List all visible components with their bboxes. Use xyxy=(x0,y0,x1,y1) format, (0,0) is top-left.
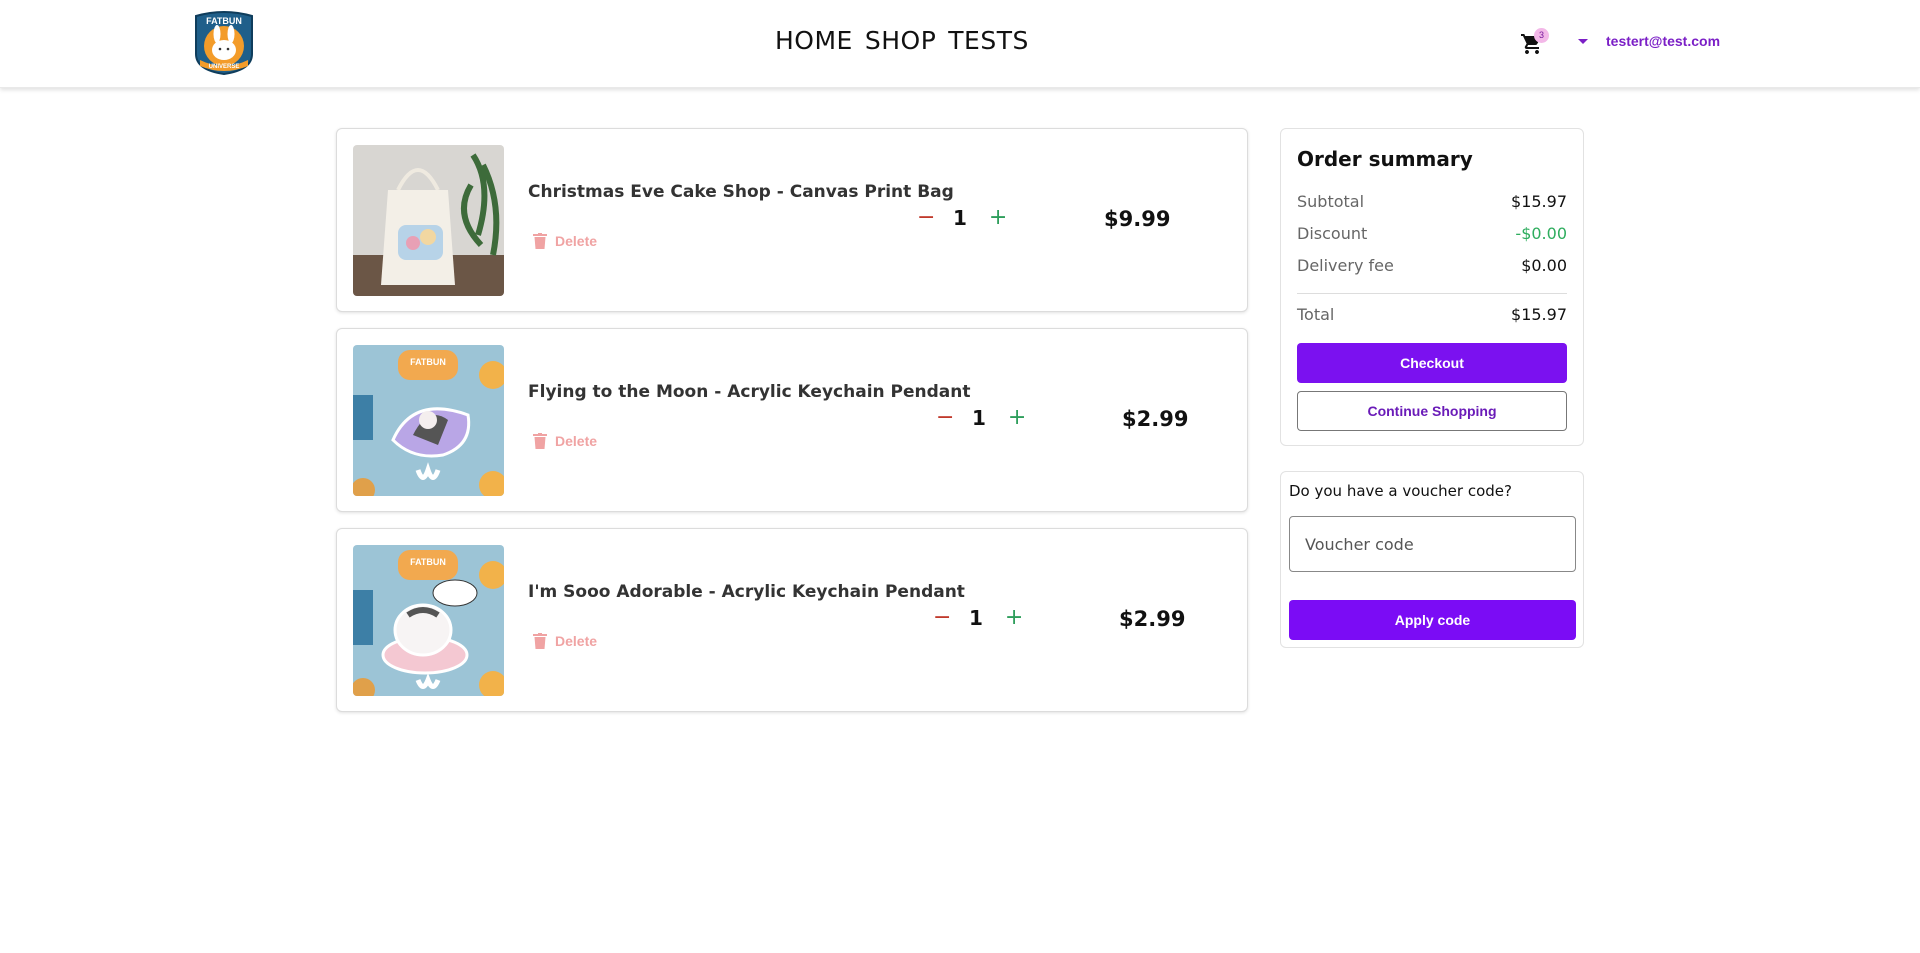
checkout-button[interactable]: Checkout xyxy=(1297,343,1567,383)
svg-text:UNIVERSE: UNIVERSE xyxy=(209,64,240,70)
svg-text:FATBUN: FATBUN xyxy=(410,357,446,367)
subtotal-row: Subtotal $15.97 xyxy=(1297,192,1567,211)
subtotal-value: $15.97 xyxy=(1511,192,1567,211)
cart-item: FATBUN Flying to the Moon - Acrylic Keyc… xyxy=(336,328,1248,512)
delivery-fee-row: Delivery fee $0.00 xyxy=(1297,256,1567,275)
discount-row: Discount -$0.00 xyxy=(1297,224,1567,243)
delete-button[interactable]: Delete xyxy=(533,233,597,249)
decrease-quantity-button[interactable]: − xyxy=(917,205,935,230)
summary-divider xyxy=(1297,293,1567,294)
delete-button[interactable]: Delete xyxy=(533,633,597,649)
nav-home[interactable]: HOME xyxy=(775,26,853,55)
increase-quantity-button[interactable]: + xyxy=(1008,405,1026,430)
item-name[interactable]: Christmas Eve Cake Shop - Canvas Print B… xyxy=(528,182,954,202)
voucher-code-input[interactable] xyxy=(1289,516,1576,572)
caret-down-icon xyxy=(1578,38,1588,44)
decrease-quantity-button[interactable]: − xyxy=(933,605,951,630)
total-value: $15.97 xyxy=(1511,305,1567,324)
product-image-keychain-adorable[interactable]: FATBUN xyxy=(353,545,504,696)
item-name[interactable]: I'm Sooo Adorable - Acrylic Keychain Pen… xyxy=(528,582,965,602)
main-nav: HOME SHOP TESTS xyxy=(775,26,1029,55)
nav-tests[interactable]: TESTS xyxy=(948,26,1029,55)
trash-icon xyxy=(533,233,547,249)
quantity-stepper: − 1 + xyxy=(936,405,1026,430)
delete-label: Delete xyxy=(555,433,598,449)
svg-text:FATBUN: FATBUN xyxy=(410,557,446,567)
delete-button[interactable]: Delete xyxy=(533,433,597,449)
discount-value: -$0.00 xyxy=(1515,224,1567,243)
voucher-question: Do you have a voucher code? xyxy=(1289,482,1512,500)
decrease-quantity-button[interactable]: − xyxy=(936,405,954,430)
increase-quantity-button[interactable]: + xyxy=(989,205,1007,230)
account-email: testert@test.com xyxy=(1606,33,1721,49)
quantity-value: 1 xyxy=(953,205,967,230)
item-price: $9.99 xyxy=(1104,207,1171,231)
cart-item: Christmas Eve Cake Shop - Canvas Print B… xyxy=(336,128,1248,312)
delivery-fee-value: $0.00 xyxy=(1521,256,1567,275)
top-header: FATBUN UNIVERSE HOME SHOP TESTS 3 tester… xyxy=(0,0,1920,88)
svg-text:FATBUN: FATBUN xyxy=(206,16,242,26)
quantity-stepper: − 1 + xyxy=(933,605,1023,630)
voucher-panel: Do you have a voucher code? Apply code xyxy=(1280,471,1584,648)
order-summary-title: Order summary xyxy=(1297,147,1473,171)
trash-icon xyxy=(533,433,547,449)
item-name[interactable]: Flying to the Moon - Acrylic Keychain Pe… xyxy=(528,382,971,402)
account-menu[interactable]: testert@test.com xyxy=(1578,33,1720,49)
fatbun-logo[interactable]: FATBUN UNIVERSE xyxy=(190,10,258,76)
product-image-canvas-bag[interactable] xyxy=(353,145,504,296)
total-label: Total xyxy=(1297,305,1335,324)
cart-count-badge: 3 xyxy=(1534,28,1549,43)
item-price: $2.99 xyxy=(1122,407,1189,431)
subtotal-label: Subtotal xyxy=(1297,192,1365,211)
nav-shop[interactable]: SHOP xyxy=(865,26,936,55)
discount-label: Discount xyxy=(1297,224,1368,243)
product-image-keychain-moon[interactable]: FATBUN xyxy=(353,345,504,496)
item-price: $2.99 xyxy=(1119,607,1186,631)
total-row: Total $15.97 xyxy=(1297,305,1567,324)
quantity-stepper: − 1 + xyxy=(917,205,1007,230)
quantity-value: 1 xyxy=(969,605,983,630)
delivery-fee-label: Delivery fee xyxy=(1297,256,1394,275)
quantity-value: 1 xyxy=(972,405,986,430)
apply-code-button[interactable]: Apply code xyxy=(1289,600,1576,640)
continue-shopping-button[interactable]: Continue Shopping xyxy=(1297,391,1567,431)
delete-label: Delete xyxy=(555,233,598,249)
order-summary-panel: Order summary Subtotal $15.97 Discount -… xyxy=(1280,128,1584,446)
trash-icon xyxy=(533,633,547,649)
increase-quantity-button[interactable]: + xyxy=(1005,605,1023,630)
cart-item: FATBUN I'm Sooo Adorable - Acrylic Keych… xyxy=(336,528,1248,712)
delete-label: Delete xyxy=(555,633,598,649)
